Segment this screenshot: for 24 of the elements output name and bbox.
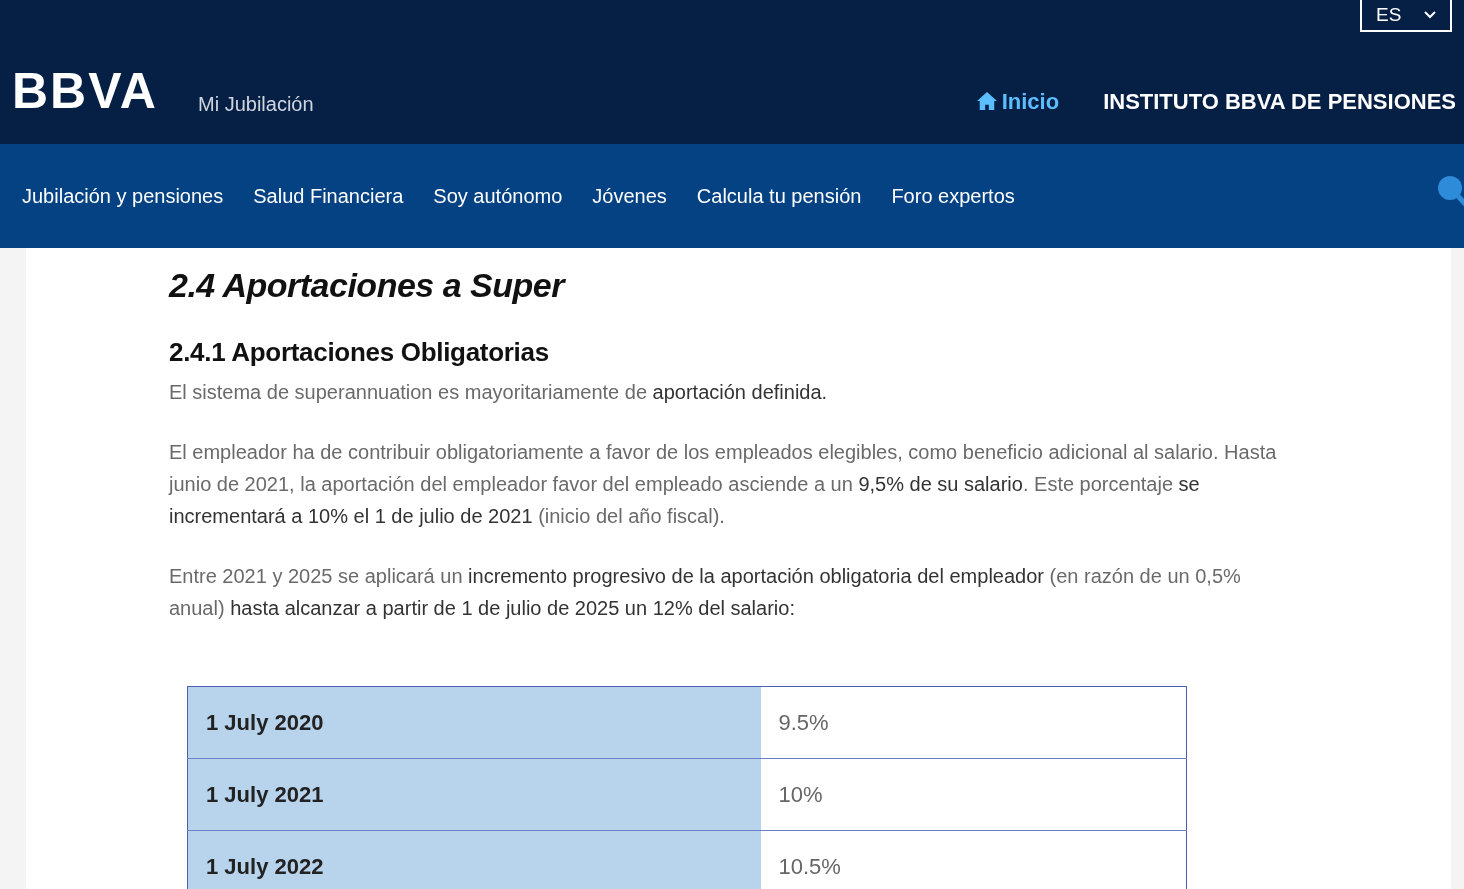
date-cell: 1 July 2022 bbox=[187, 830, 761, 889]
nav-link[interactable]: Calcula tu pensión bbox=[696, 181, 862, 211]
section-title: 2.4 Aportaciones a Super bbox=[169, 265, 567, 306]
chevron-down-icon bbox=[1424, 11, 1436, 19]
date-cell: 1 July 2020 bbox=[187, 686, 761, 759]
rate-cell: 10.5% bbox=[760, 830, 1187, 889]
paragraph: El sistema de superannuation es mayoritariamente de aportación definida. bbox=[169, 380, 829, 405]
logo[interactable]: BBVA bbox=[12, 66, 158, 116]
language-select[interactable]: ES bbox=[1360, 0, 1452, 32]
site-subtitle: Mi Jubilación bbox=[197, 94, 314, 114]
nav-link[interactable]: Foro expertos bbox=[891, 181, 1015, 211]
nav-link[interactable]: Jóvenes bbox=[592, 181, 667, 211]
rate-cell: 10% bbox=[760, 758, 1187, 831]
nav-link[interactable]: Salud Financiera bbox=[253, 181, 404, 211]
paragraph: Entre 2021 y 2025 se aplicará un incremento progresivo de la aportación obligatoria del empleador (en razón de un 0,5% anual) hasta alcanzar a partir de 1 de julio de 2025 un 12% del salario: bbox=[169, 564, 1242, 621]
paragraph: El empleador ha de contribuir obligatoriamente a favor de los empleados elegibles, como beneficio adicional al salario. Hasta junio de 2021, la aportación del empleador favor del empleado asciende a un 9,5% de su salario. Este porcentaje se incrementará a 10% el 1 de julio de 2021 (inicio del año fiscal). bbox=[169, 440, 1278, 529]
subsection-title: 2.4.1 Aportaciones Obligatorias bbox=[169, 336, 550, 369]
date-cell: 1 July 2021 bbox=[187, 758, 761, 831]
nav-link[interactable]: Jubilación y pensiones bbox=[22, 181, 224, 211]
institute-link[interactable]: INSTITUTO BBVA DE PENSIONES bbox=[1103, 84, 1456, 118]
rate-cell: 9.5% bbox=[760, 686, 1187, 759]
home-link[interactable]: Inicio bbox=[975, 84, 1060, 118]
home-icon bbox=[975, 91, 998, 111]
nav-link[interactable]: Soy autónomo bbox=[433, 181, 563, 211]
